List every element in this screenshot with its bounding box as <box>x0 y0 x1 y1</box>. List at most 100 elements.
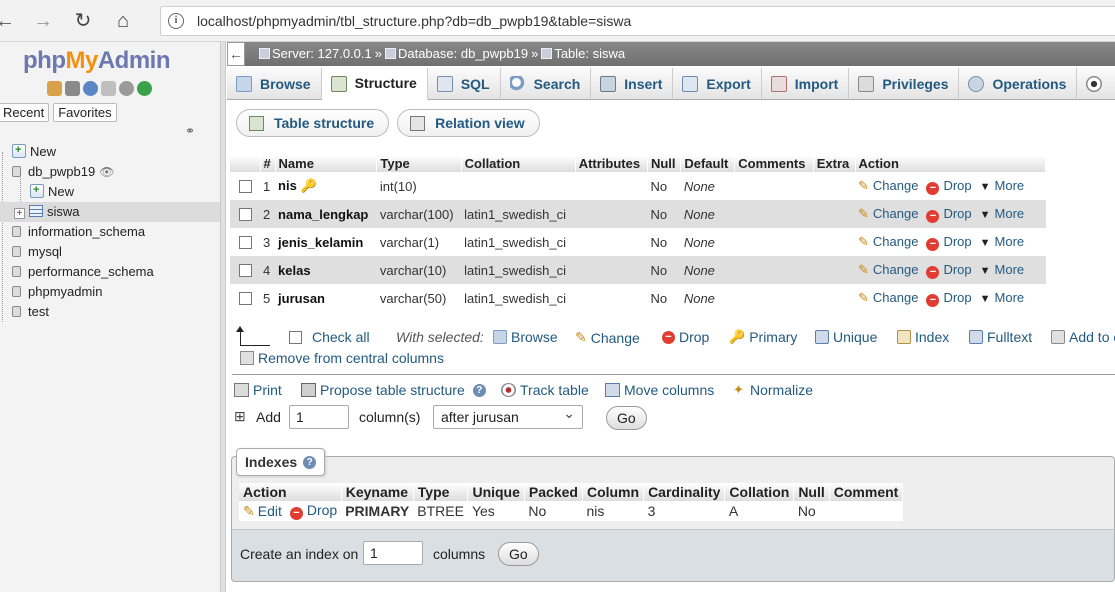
remove-central-button[interactable]: Remove from central columns <box>240 350 444 366</box>
column-header[interactable]: Attributes <box>575 155 648 172</box>
position-select[interactable]: after jurusan <box>433 402 583 429</box>
collapse-arrow-icon[interactable]: ← <box>227 42 245 66</box>
eye-icon[interactable]: 👁 <box>99 165 114 179</box>
tab-privileges[interactable]: Privileges <box>849 68 960 100</box>
tab-browse[interactable]: Browse <box>227 68 322 100</box>
settings-icon[interactable] <box>119 81 134 96</box>
drop-index-button[interactable]: − Drop <box>286 501 341 521</box>
column-header[interactable]: Type <box>376 155 462 172</box>
tree-item-new-table[interactable]: New <box>0 180 220 202</box>
indexes-toggle[interactable]: Indexes? <box>236 448 326 476</box>
index-column-count-input[interactable]: 1 <box>363 541 423 565</box>
row-checkbox[interactable] <box>238 179 252 193</box>
more-button[interactable]: ▼ More <box>980 178 1025 193</box>
site-info-icon[interactable]: i <box>168 13 184 29</box>
column-header[interactable]: Null <box>647 155 682 172</box>
bulk-change-button[interactable]: ✎ Change <box>575 329 640 346</box>
tab-sql[interactable]: SQL <box>428 68 501 100</box>
change-button[interactable]: ✎ Change <box>858 234 918 249</box>
move-columns-button[interactable]: Move columns <box>605 382 714 398</box>
tree-item-new[interactable]: New <box>0 140 220 162</box>
row-checkbox[interactable] <box>238 235 252 249</box>
help-icon[interactable]: ? <box>472 383 486 397</box>
more-button[interactable]: ▼ More <box>980 262 1025 277</box>
bulk-index-button[interactable]: Index <box>897 329 949 345</box>
column-count-input[interactable]: 1 <box>289 405 349 429</box>
change-button[interactable]: ✎ Change <box>858 262 918 277</box>
tab-operations[interactable]: Operations <box>959 68 1078 100</box>
tab-structure[interactable]: Structure <box>321 68 428 100</box>
more-button[interactable]: ▼ More <box>980 234 1025 249</box>
column-header[interactable]: Name <box>275 155 378 172</box>
row-checkbox-cell[interactable] <box>230 284 260 312</box>
bulk-fulltext-button[interactable]: Fulltext <box>969 329 1032 345</box>
tab-import[interactable]: Import <box>762 68 850 100</box>
subtab-table-structure[interactable]: Table structure <box>236 109 390 137</box>
row-checkbox[interactable] <box>238 207 252 221</box>
docs-icon[interactable] <box>101 81 116 96</box>
link-with-main-icon[interactable]: ⚭ <box>185 124 195 138</box>
track-table-button[interactable]: Track table <box>501 382 589 398</box>
tree-item-performance-schema[interactable]: performance_schema <box>0 262 220 282</box>
tree-item-information-schema[interactable]: information_schema <box>0 222 220 242</box>
reload-icon[interactable]: ↻ <box>70 8 96 34</box>
expand-icon[interactable]: + <box>14 208 25 219</box>
tree-item-test[interactable]: test <box>0 302 220 322</box>
bulk-drop-button[interactable]: − Drop <box>662 329 709 345</box>
edit-index-button[interactable]: ✎ Edit <box>239 501 286 521</box>
propose-structure-button[interactable]: Propose table structure? <box>301 382 486 398</box>
back-arrow-icon[interactable]: ← <box>0 8 18 34</box>
more-button[interactable]: ▼ More <box>980 290 1025 305</box>
phpmyadmin-logo[interactable]: phpMyAdmin <box>23 47 171 75</box>
home-icon[interactable] <box>47 81 62 96</box>
row-checkbox-cell[interactable] <box>230 200 260 228</box>
bulk-browse-button[interactable]: Browse <box>493 329 558 345</box>
tab-tracking[interactable] <box>1077 68 1115 100</box>
bulk-add-central-button[interactable]: Add to c <box>1051 329 1115 345</box>
go-button[interactable]: Go <box>606 406 647 430</box>
row-checkbox-cell[interactable] <box>230 172 260 200</box>
forward-arrow-icon[interactable]: → <box>30 8 56 34</box>
tree-item-db-pwpb19[interactable]: db_pwpb19 👁 <box>0 162 220 182</box>
column-header[interactable]: Collation <box>461 155 576 172</box>
address-bar[interactable]: i localhost/phpmyadmin/tbl_structure.php… <box>160 6 1115 36</box>
column-header[interactable]: Extra <box>813 155 856 172</box>
reload-icon[interactable] <box>137 81 152 96</box>
drop-button[interactable]: − Drop <box>926 178 972 195</box>
check-all[interactable]: Check all <box>289 329 370 345</box>
drop-button[interactable]: − Drop <box>926 234 972 251</box>
column-header[interactable]: # <box>260 155 276 172</box>
normalize-button[interactable]: ✦ Normalize <box>731 382 813 398</box>
tree-item-siswa[interactable]: + siswa <box>0 202 220 222</box>
bulk-primary-button[interactable]: 🔑 Primary <box>729 329 797 345</box>
create-index-go-button[interactable]: Go <box>498 542 539 566</box>
breadcrumb-server[interactable]: Server: 127.0.0.1 <box>272 46 372 61</box>
url-text[interactable]: localhost/phpmyadmin/tbl_structure.php?d… <box>197 13 631 29</box>
home-icon[interactable]: ⌂ <box>110 8 136 34</box>
subtab-relation-view[interactable]: Relation view <box>397 109 540 137</box>
help-icon[interactable]: ? <box>303 455 317 469</box>
breadcrumb-database[interactable]: Database: db_pwpb19 <box>398 46 528 61</box>
breadcrumb-table[interactable]: Table: siswa <box>554 46 625 61</box>
row-checkbox-cell[interactable] <box>230 228 260 256</box>
row-checkbox[interactable] <box>238 263 252 277</box>
tab-insert[interactable]: Insert <box>591 68 674 100</box>
print-button[interactable]: Print <box>234 382 282 398</box>
check-all-checkbox[interactable] <box>289 330 302 344</box>
tab-search[interactable]: Search <box>501 68 592 100</box>
recent-tab[interactable]: Recent <box>0 103 50 122</box>
panel-resizer[interactable] <box>220 42 226 592</box>
drop-button[interactable]: − Drop <box>926 290 972 307</box>
logout-icon[interactable] <box>65 81 80 96</box>
tab-export[interactable]: Export <box>673 68 762 100</box>
tree-item-phpmyadmin[interactable]: phpmyadmin <box>0 282 220 302</box>
drop-button[interactable]: − Drop <box>926 262 972 279</box>
drop-button[interactable]: − Drop <box>926 206 972 223</box>
help-icon[interactable] <box>83 81 98 96</box>
change-button[interactable]: ✎ Change <box>858 178 918 193</box>
row-checkbox-cell[interactable] <box>230 256 260 284</box>
tree-item-mysql[interactable]: mysql <box>0 242 220 262</box>
row-checkbox[interactable] <box>238 291 252 305</box>
change-button[interactable]: ✎ Change <box>858 290 918 305</box>
more-button[interactable]: ▼ More <box>980 206 1025 221</box>
